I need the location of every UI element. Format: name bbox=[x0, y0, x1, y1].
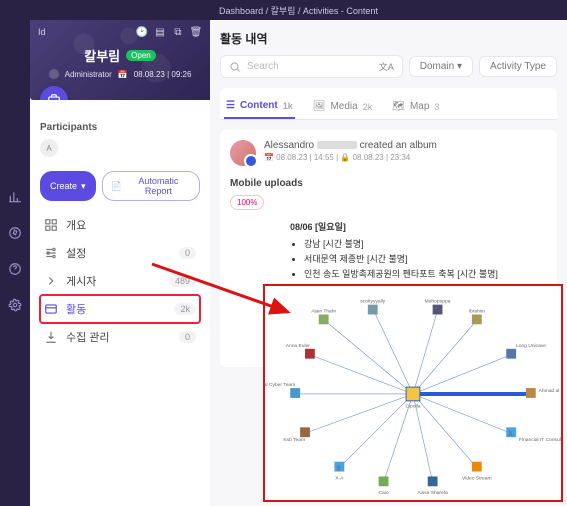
automatic-report-button[interactable]: 📄Automatic Report bbox=[102, 171, 200, 201]
side-nav: 개요 설정 0 게시자 489 활동 2k 수집 관리 0 bbox=[40, 211, 200, 351]
id-label: Id bbox=[38, 27, 46, 37]
case-title-row: 칼부림 Open bbox=[38, 46, 202, 65]
activity-type-filter[interactable]: Activity Type bbox=[479, 56, 557, 77]
network-graph-inset: X X Cipolla Alain Thahr scottyyyally Moh… bbox=[263, 284, 563, 502]
svg-text:Ksb Team: Ksb Team bbox=[283, 437, 305, 443]
chevron-right-icon bbox=[44, 274, 58, 288]
help-icon[interactable] bbox=[8, 262, 22, 276]
svg-text:Financial IT Consultant: Financial IT Consultant bbox=[519, 437, 561, 443]
list-icon: ☰ bbox=[226, 100, 235, 111]
svg-text:Long Unicave: Long Unicave bbox=[516, 343, 546, 349]
note-icon[interactable]: ▤ bbox=[154, 26, 166, 38]
timestamp: 08.08.23 | 09:26 bbox=[134, 70, 192, 79]
breadcrumb-text: Dashboard / 칼부림 / Activities - Content bbox=[219, 4, 378, 17]
svg-text:Alain Thahr: Alain Thahr bbox=[311, 309, 336, 315]
list-item: 인천 송도 일방촉제공원의 펜타포트 축복 [시간 불명] bbox=[304, 267, 547, 280]
tab-content[interactable]: ☰ Content 1k bbox=[224, 94, 295, 119]
svg-text:Ibrahim: Ibrahim bbox=[469, 309, 485, 315]
create-button[interactable]: Create ▾ bbox=[40, 171, 96, 201]
redacted-text bbox=[317, 141, 357, 149]
svg-text:National Cyber Team: National Cyber Team bbox=[265, 382, 295, 388]
search-icon bbox=[229, 61, 241, 73]
svg-text:Aissa Sharefa: Aissa Sharefa bbox=[417, 490, 448, 496]
map-icon: 🗺 bbox=[392, 101, 405, 112]
panel-title: 활동 내역 bbox=[220, 30, 557, 47]
search-input[interactable]: Search 文A bbox=[220, 55, 403, 78]
nav-publishers[interactable]: 게시자 489 bbox=[40, 267, 200, 295]
trash-icon[interactable]: 🗑 bbox=[190, 26, 202, 38]
domain-filter[interactable]: Domain ▾ bbox=[409, 56, 473, 77]
svg-text:X: X bbox=[508, 431, 513, 438]
svg-text:Anna Euler: Anna Euler bbox=[286, 343, 311, 349]
nav-overview[interactable]: 개요 bbox=[40, 211, 200, 239]
case-header: Id 🕑 ▤ ⧉ 🗑 칼부림 Open Administrator 📅 08.0… bbox=[30, 20, 210, 100]
nav-settings[interactable]: 설정 0 bbox=[40, 239, 200, 267]
nav-activities[interactable]: 활동 2k bbox=[40, 295, 200, 323]
compass-icon[interactable] bbox=[8, 226, 22, 240]
clock-icon[interactable]: 🕑 bbox=[136, 26, 148, 38]
download-icon bbox=[44, 330, 58, 344]
svg-text:scottyyyally: scottyyyally bbox=[360, 299, 386, 305]
participants-heading: Participants bbox=[40, 122, 200, 133]
stats-icon[interactable] bbox=[8, 190, 22, 204]
role-label: Administrator bbox=[65, 70, 112, 79]
svg-text:X-A: X-A bbox=[335, 475, 344, 481]
gear-icon[interactable] bbox=[8, 298, 22, 312]
participant-chip[interactable]: A bbox=[40, 139, 58, 157]
schedule-date: 08/06 [일요일] bbox=[290, 220, 547, 233]
image-icon: 🖼 bbox=[313, 101, 326, 112]
feed-meta: 📅 08.08.23 | 14:55 | 🔒 08.08.23 | 23:34 bbox=[264, 153, 437, 162]
breadcrumb: Dashboard / 칼부림 / Activities - Content bbox=[30, 0, 567, 20]
album-title: Mobile uploads bbox=[230, 178, 547, 189]
tabs: ☰ Content 1k 🖼 Media 2k 🗺 Map 3 bbox=[220, 88, 557, 120]
user-icon bbox=[49, 69, 59, 79]
left-panel: Participants A Create ▾ 📄Automatic Repor… bbox=[30, 100, 210, 506]
nav-collection[interactable]: 수집 관리 0 bbox=[40, 323, 200, 351]
overview-icon bbox=[44, 218, 58, 232]
sliders-icon bbox=[44, 246, 58, 260]
tab-media[interactable]: 🖼 Media 2k bbox=[311, 94, 374, 119]
svg-text:Video Stream: Video Stream bbox=[462, 475, 492, 481]
translate-icon[interactable]: 文A bbox=[379, 60, 394, 73]
status-badge: Open bbox=[126, 50, 156, 61]
avatar[interactable] bbox=[230, 140, 256, 166]
list-item: 서대문역 제종반 [시간 불명] bbox=[304, 252, 547, 265]
chevron-down-icon: ▾ bbox=[81, 181, 86, 192]
case-title: 칼부림 bbox=[84, 46, 120, 65]
svg-text:Cipolla: Cipolla bbox=[406, 404, 421, 410]
svg-text:X: X bbox=[336, 466, 341, 473]
activity-icon bbox=[44, 302, 58, 316]
svg-text:Mohopoppa: Mohopoppa bbox=[425, 299, 451, 305]
svg-text:Caio: Caio bbox=[379, 490, 389, 496]
nav-rail bbox=[0, 0, 30, 506]
tab-map[interactable]: 🗺 Map 3 bbox=[390, 94, 441, 119]
percent-badge: 100% bbox=[230, 195, 264, 210]
search-placeholder: Search bbox=[247, 61, 279, 72]
copy-icon[interactable]: ⧉ bbox=[172, 26, 184, 38]
svg-text:Ahmad al: Ahmad al bbox=[539, 388, 560, 394]
list-item: 강남 [시간 불명] bbox=[304, 237, 547, 250]
feed-headline: Alessandro created an album bbox=[264, 140, 437, 151]
